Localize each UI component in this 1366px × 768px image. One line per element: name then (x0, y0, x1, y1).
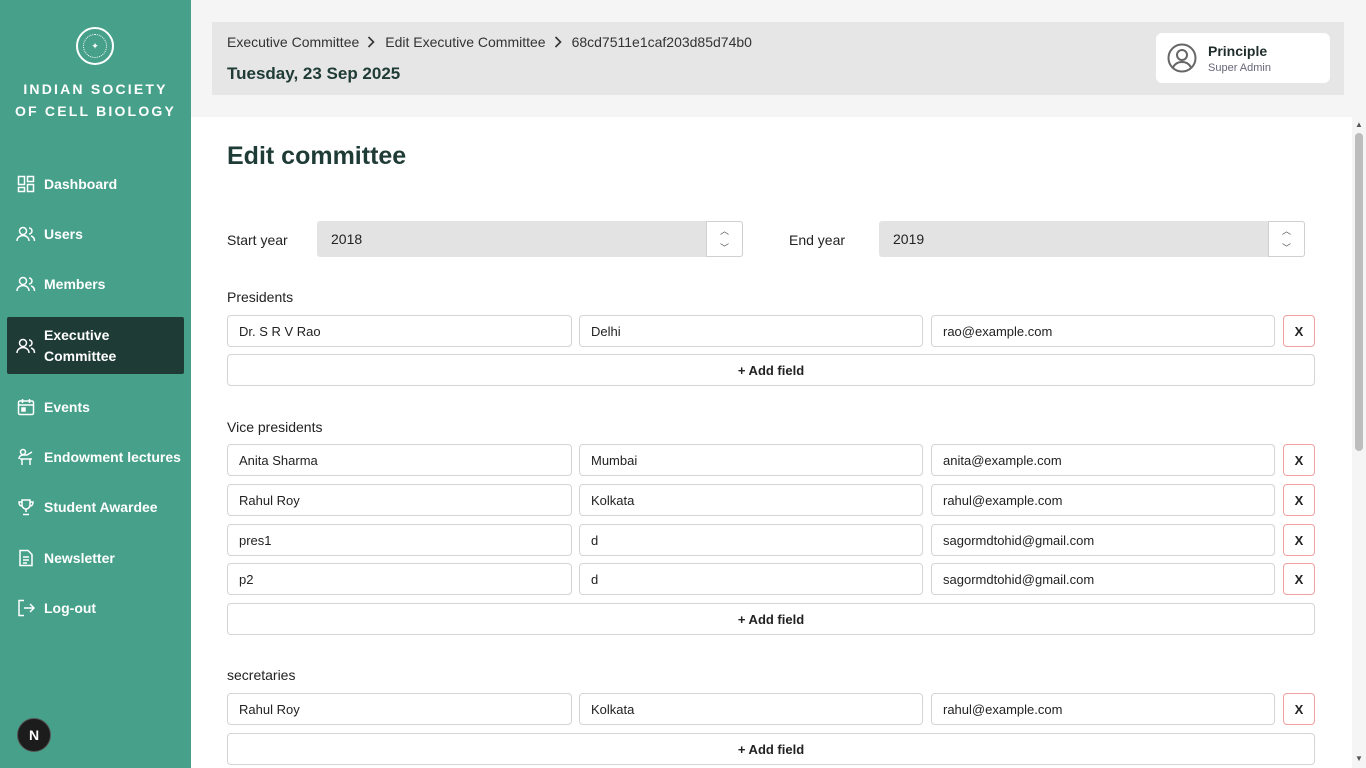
start-year-input[interactable]: 2018 ︿ ﹀ (317, 221, 743, 257)
name-field[interactable]: Dr. S R V Rao (227, 315, 572, 347)
name-field[interactable]: Anita Sharma (227, 444, 572, 476)
name-field[interactable]: pres1 (227, 524, 572, 556)
chevron-right-icon (367, 36, 377, 48)
name-field[interactable]: p2 (227, 563, 572, 595)
city-field[interactable]: Mumbai (579, 444, 923, 476)
brand-name: INDIAN SOCIETY OF CELL BIOLOGY (0, 78, 191, 122)
start-year-value: 2018 (331, 231, 363, 247)
start-year-stepper[interactable]: ︿ ﹀ (706, 221, 743, 257)
email-field[interactable]: rahul@example.com (931, 693, 1275, 725)
end-year-stepper[interactable]: ︿ ﹀ (1268, 221, 1305, 257)
users-icon (16, 224, 36, 244)
end-year-input[interactable]: 2019 ︿ ﹀ (879, 221, 1305, 257)
city-field[interactable]: d (579, 563, 923, 595)
brand-line-1: INDIAN SOCIETY (23, 81, 168, 97)
main-content: Edit committee Start year 2018 ︿ ﹀ End y… (191, 117, 1366, 768)
executive-icon (16, 336, 36, 356)
trophy-icon (16, 497, 36, 517)
sidebar-item-label-line-2: Committee (44, 347, 117, 364)
remove-row-button[interactable]: X (1283, 315, 1315, 347)
sidebar-item-label-line-1: Executive (44, 326, 110, 343)
user-profile-card[interactable]: Principle Super Admin (1156, 33, 1330, 83)
user-name: Principle (1208, 42, 1268, 59)
email-field[interactable]: rahul@example.com (931, 484, 1275, 516)
remove-row-button[interactable]: X (1283, 563, 1315, 595)
breadcrumb-executive-committee[interactable]: Executive Committee (227, 34, 359, 50)
sidebar-item-users[interactable]: Users (7, 222, 184, 246)
sidebar-item-members[interactable]: Members (7, 272, 184, 296)
city-field[interactable]: Kolkata (579, 484, 923, 516)
chevron-right-icon (554, 36, 564, 48)
email-field[interactable]: rao@example.com (931, 315, 1275, 347)
calendar-icon (16, 397, 36, 417)
lecture-icon (16, 447, 36, 467)
sidebar-item-events[interactable]: Events (7, 395, 184, 419)
sidebar-item-label: Student Awardee (44, 499, 158, 515)
sidebar-item-label: Events (44, 399, 90, 415)
name-field[interactable]: Rahul Roy (227, 484, 572, 516)
chevron-up-icon[interactable]: ︿ (1269, 222, 1304, 239)
add-field-button[interactable]: + Add field (227, 733, 1315, 765)
email-field[interactable]: anita@example.com (931, 444, 1275, 476)
breadcrumb: Executive Committee Edit Executive Commi… (227, 34, 752, 50)
page-title: Edit committee (227, 142, 407, 170)
brand-line-2: OF CELL BIOLOGY (14, 103, 177, 119)
sidebar-item-label: Dashboard (44, 176, 118, 192)
add-field-button[interactable]: + Add field (227, 603, 1315, 635)
sidebar-item-label: Newsletter (44, 550, 115, 566)
breadcrumb-edit-executive-committee[interactable]: Edit Executive Committee (385, 34, 545, 50)
chevron-down-icon[interactable]: ﹀ (1269, 239, 1304, 256)
society-logo-icon: ✦ (76, 27, 114, 65)
members-icon (16, 274, 36, 294)
remove-row-button[interactable]: X (1283, 444, 1315, 476)
page-header: Executive Committee Edit Executive Commi… (212, 22, 1344, 95)
sidebar-item-label: Members (44, 276, 106, 292)
sidebar: ✦ INDIAN SOCIETY OF CELL BIOLOGY Dashboa… (0, 0, 191, 768)
sidebar-item-label: Endowment lectures (44, 449, 181, 465)
sidebar-item-label: Log-out (44, 600, 97, 616)
city-field[interactable]: d (579, 524, 923, 556)
email-field[interactable]: sagormdtohid@gmail.com (931, 524, 1275, 556)
chevron-up-icon[interactable]: ︿ (707, 222, 742, 239)
city-field[interactable]: Kolkata (579, 693, 923, 725)
vertical-scrollbar[interactable]: ▲ ▼ (1352, 117, 1366, 768)
user-avatar-icon (1167, 43, 1197, 73)
scroll-down-arrow-icon[interactable]: ▼ (1355, 755, 1363, 763)
sidebar-item-dashboard[interactable]: Dashboard (7, 172, 184, 196)
end-year-label: End year (789, 232, 846, 248)
chevron-down-icon[interactable]: ﹀ (707, 239, 742, 256)
sidebar-item-endowment-lectures[interactable]: Endowment lectures (7, 445, 184, 469)
sidebar-item-label: Users (44, 226, 83, 242)
logout-icon (16, 598, 36, 618)
remove-row-button[interactable]: X (1283, 693, 1315, 725)
sidebar-item-label: Executive Committee (44, 325, 116, 367)
scrollbar-thumb[interactable] (1355, 133, 1363, 451)
sidebar-item-newsletter[interactable]: Newsletter (7, 546, 184, 570)
end-year-value: 2019 (893, 231, 925, 247)
next-dev-badge[interactable]: N (17, 718, 51, 752)
name-field[interactable]: Rahul Roy (227, 693, 572, 725)
current-date: Tuesday, 23 Sep 2025 (227, 64, 401, 83)
sidebar-item-executive-committee[interactable]: Executive Committee (7, 317, 184, 374)
section-label-presidents: Presidents (227, 289, 294, 305)
section-label-secretaries: secretaries (227, 667, 296, 683)
remove-row-button[interactable]: X (1283, 484, 1315, 516)
user-role: Super Admin (1208, 61, 1271, 74)
sidebar-item-logout[interactable]: Log-out (7, 596, 184, 620)
scroll-up-arrow-icon[interactable]: ▲ (1355, 121, 1363, 129)
dashboard-icon (16, 174, 36, 194)
email-field[interactable]: sagormdtohid@gmail.com (931, 563, 1275, 595)
start-year-label: Start year (227, 232, 288, 248)
newsletter-icon (16, 548, 36, 568)
section-label-vice-presidents: Vice presidents (227, 419, 323, 435)
breadcrumb-committee-id: 68cd7511e1caf203d85d74b0 (571, 34, 752, 50)
city-field[interactable]: Delhi (579, 315, 923, 347)
remove-row-button[interactable]: X (1283, 524, 1315, 556)
add-field-button[interactable]: + Add field (227, 354, 1315, 386)
sidebar-item-student-awardee[interactable]: Student Awardee (7, 495, 184, 519)
